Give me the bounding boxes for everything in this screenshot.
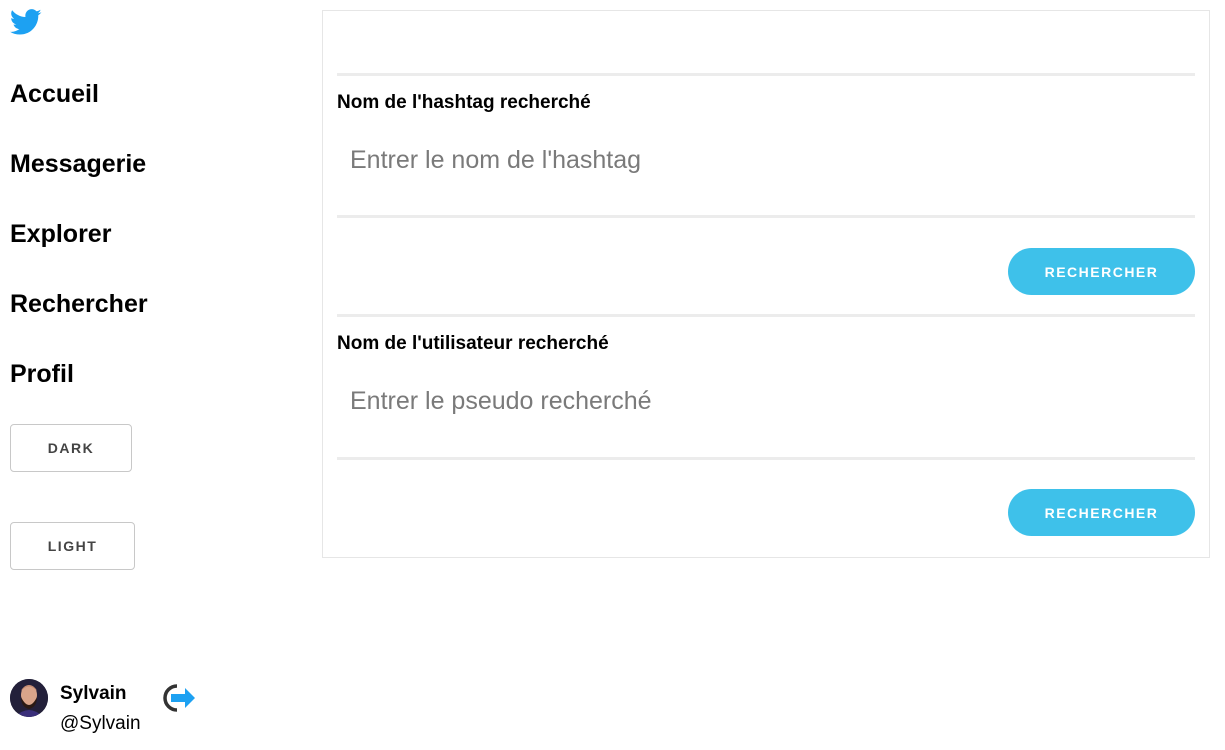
nav-item-rechercher[interactable]: Rechercher bbox=[10, 289, 148, 319]
avatar-image bbox=[10, 679, 48, 717]
nav-item-messagerie[interactable]: Messagerie bbox=[10, 149, 146, 179]
user-search-input[interactable] bbox=[337, 371, 1195, 431]
dark-theme-button[interactable]: DARK bbox=[10, 424, 132, 472]
nav-item-accueil[interactable]: Accueil bbox=[10, 79, 99, 109]
divider bbox=[337, 215, 1195, 218]
divider bbox=[337, 457, 1195, 460]
hashtag-field-label: Nom de l'hashtag recherché bbox=[337, 92, 591, 113]
light-theme-button[interactable]: LIGHT bbox=[10, 522, 135, 570]
nav-item-explorer[interactable]: Explorer bbox=[10, 219, 111, 249]
hashtag-search-input[interactable] bbox=[337, 130, 1195, 190]
divider bbox=[337, 73, 1195, 76]
search-panel: Nom de l'hashtag recherché RECHERCHER No… bbox=[322, 10, 1210, 558]
user-card: Sylvain @Sylvain bbox=[10, 679, 210, 739]
twitter-bird-icon[interactable] bbox=[10, 9, 42, 36]
divider bbox=[337, 314, 1195, 317]
hashtag-search-button[interactable]: RECHERCHER bbox=[1008, 248, 1195, 295]
user-name: Sylvain bbox=[60, 683, 127, 704]
nav-item-profil[interactable]: Profil bbox=[10, 359, 74, 389]
logout-arrow-icon[interactable] bbox=[157, 682, 197, 714]
user-handle: @Sylvain bbox=[60, 713, 141, 734]
avatar[interactable] bbox=[10, 679, 48, 717]
user-field-label: Nom de l'utilisateur recherché bbox=[337, 333, 609, 354]
sidebar: Accueil Messagerie Explorer Rechercher P… bbox=[0, 0, 300, 750]
user-search-button[interactable]: RECHERCHER bbox=[1008, 489, 1195, 536]
